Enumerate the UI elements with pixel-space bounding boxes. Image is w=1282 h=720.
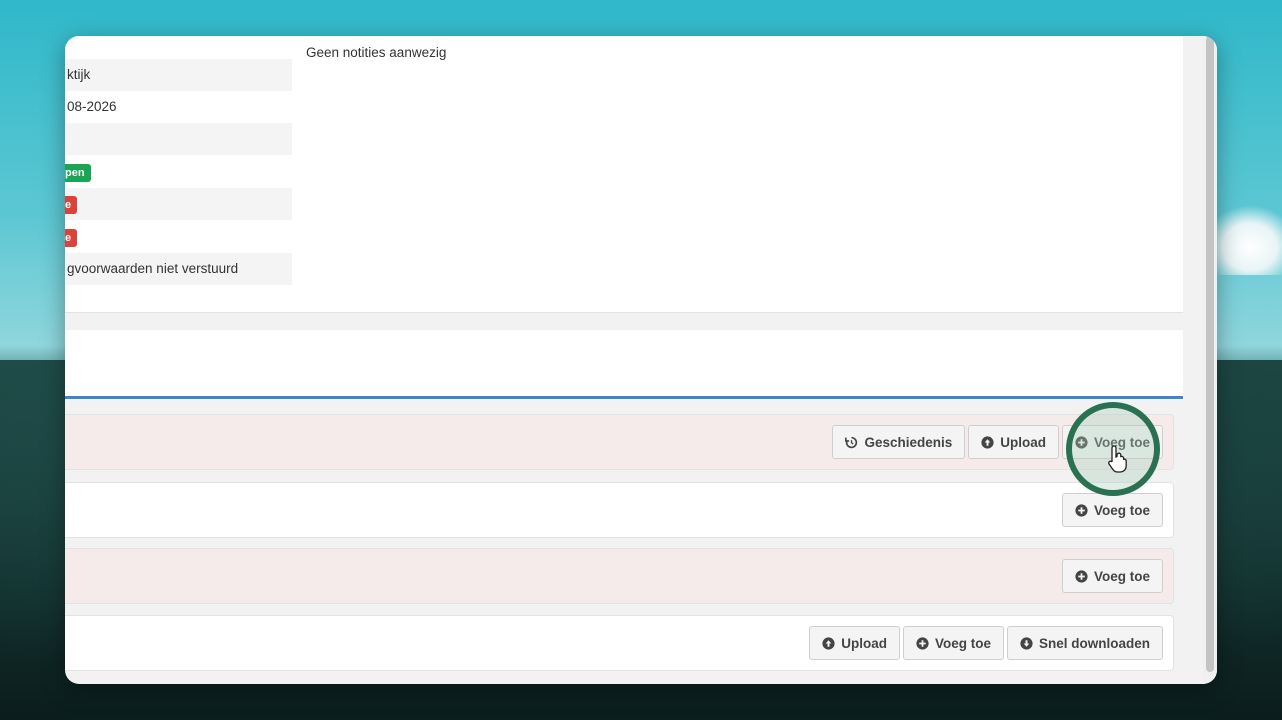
info-row-empty [65, 123, 292, 155]
status-badge-green: pen [65, 164, 91, 182]
app-window: ktijk 08-2026 pen e e gvoorwaarden niet … [65, 36, 1217, 684]
list-item: Upload Voeg toe Snel downloaden [65, 615, 1174, 671]
status-badge-red-2: e [65, 229, 78, 247]
add-button-label: Voeg toe [934, 635, 991, 651]
add-button[interactable]: Voeg toe [1061, 559, 1163, 593]
list-item: Voeg toe [65, 548, 1174, 604]
add-button[interactable]: Voeg toe [1061, 493, 1163, 527]
upload-button[interactable]: Upload [809, 626, 900, 660]
download-circle-icon [1020, 636, 1033, 650]
info-row-date: 08-2026 [67, 99, 117, 114]
add-button-label: Voeg toe [1093, 502, 1150, 518]
upload-button[interactable]: Upload [968, 425, 1059, 459]
upload-circle-icon [822, 636, 835, 650]
notes-empty-text: Geen notities aanwezig [306, 45, 447, 60]
details-panel: ktijk 08-2026 pen e e gvoorwaarden niet … [65, 36, 1183, 313]
info-row-terms: gvoorwaarden niet verstuurd [65, 253, 292, 285]
plus-circle-icon [916, 636, 929, 650]
vertical-scrollbar[interactable] [1203, 36, 1217, 684]
info-row-badge-red-1 [65, 188, 292, 220]
section-header-panel [65, 330, 1183, 399]
list-item: Geschiedenis Upload Voeg toe [65, 414, 1174, 470]
quick-download-button[interactable]: Snel downloaden [1006, 626, 1163, 660]
add-button[interactable]: Voeg toe [902, 626, 1004, 660]
upload-button-label: Upload [1000, 434, 1046, 450]
hand-pointer-icon [1108, 445, 1127, 473]
list-item: Voeg toe [65, 482, 1174, 538]
quick-download-button-label: Snel downloaden [1038, 635, 1150, 651]
info-row-practice: ktijk [65, 59, 292, 91]
upload-circle-icon [981, 435, 994, 449]
history-button-label: Geschiedenis [864, 434, 953, 450]
add-button-label: Voeg toe [1093, 568, 1150, 584]
history-icon [845, 436, 858, 448]
plus-circle-icon [1075, 569, 1088, 583]
scrollbar-thumb[interactable] [1206, 36, 1214, 672]
status-badge-red-1: e [65, 196, 78, 214]
upload-button-label: Upload [841, 635, 887, 651]
history-button[interactable]: Geschiedenis [832, 425, 966, 459]
plus-circle-icon [1075, 503, 1088, 517]
